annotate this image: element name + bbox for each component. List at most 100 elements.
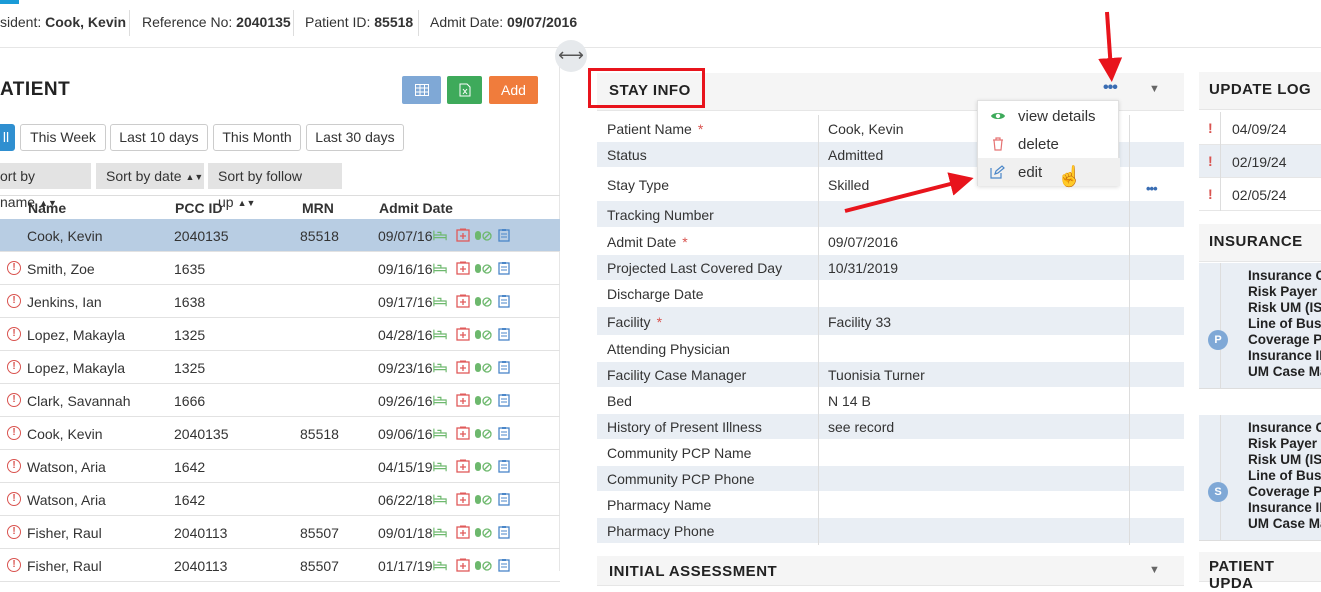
clipboard-icon[interactable]	[497, 294, 511, 308]
field-value[interactable]: N 14 B	[828, 393, 871, 409]
table-row[interactable]: ! Clark, Savannah 1666 09/26/16	[0, 384, 560, 417]
sort-by-name[interactable]: ort by name ▲▼	[0, 163, 91, 210]
sort-by-follow-up[interactable]: Sort by follow up ▲▼	[208, 163, 342, 210]
menu-view-details[interactable]: view details	[978, 102, 1120, 130]
export-excel-button[interactable]	[447, 76, 482, 104]
pills-icon[interactable]	[474, 558, 492, 572]
table-row[interactable]: Cook, Kevin 2040135 85518 09/07/16	[0, 219, 560, 252]
tab-all[interactable]: ll	[0, 124, 15, 151]
pills-icon[interactable]	[474, 492, 492, 506]
add-button[interactable]: Add	[489, 76, 538, 104]
clipboard-icon[interactable]	[497, 360, 511, 374]
medical-kit-icon[interactable]	[456, 327, 470, 341]
table-row[interactable]: ! Lopez, Makayla 1325 04/28/16	[0, 318, 560, 351]
sort-by-date[interactable]: Sort by date ▲▼	[96, 163, 204, 189]
field-value[interactable]: 09/07/2016	[828, 234, 898, 250]
medical-kit-icon[interactable]	[456, 294, 470, 308]
sort-arrows-icon: ▲▼	[185, 172, 204, 182]
tab-this-month[interactable]: This Month	[213, 124, 301, 151]
bed-icon[interactable]	[433, 294, 447, 308]
bed-icon[interactable]	[433, 525, 447, 539]
insurance-card[interactable]: P Insurance C Risk Payer Risk UM (IS Line of…	[1199, 263, 1321, 389]
field-value[interactable]: Cook, Kevin	[828, 121, 903, 137]
resize-toggle-icon[interactable]: ⟷	[555, 40, 587, 72]
tab-this-week[interactable]: This Week	[20, 124, 106, 151]
bed-icon[interactable]	[433, 558, 447, 572]
field-value[interactable]: Admitted	[828, 147, 883, 163]
update-log-row[interactable]: ! 02/19/24	[1199, 145, 1321, 178]
bed-icon[interactable]	[433, 228, 447, 242]
clipboard-icon[interactable]	[497, 327, 511, 341]
pills-icon[interactable]	[474, 459, 492, 473]
menu-edit[interactable]: edit	[978, 158, 1120, 186]
clipboard-icon[interactable]	[497, 558, 511, 572]
bed-icon[interactable]	[433, 360, 447, 374]
field-value[interactable]: Facility 33	[828, 314, 891, 330]
stay-info-row: Attending Physician	[597, 336, 1184, 362]
clipboard-icon[interactable]	[497, 228, 511, 242]
bed-icon[interactable]	[433, 426, 447, 440]
medical-kit-icon[interactable]	[456, 525, 470, 539]
collapse-caret-icon[interactable]: ▼	[1149, 564, 1160, 576]
pills-icon[interactable]	[474, 261, 492, 275]
bed-icon[interactable]	[433, 327, 447, 341]
medical-kit-icon[interactable]	[456, 426, 470, 440]
pills-icon[interactable]	[474, 294, 492, 308]
field-value[interactable]: Skilled	[828, 177, 869, 193]
pills-icon[interactable]	[474, 426, 492, 440]
clipboard-icon[interactable]	[497, 393, 511, 407]
insurance-line: Insurance II	[1248, 348, 1321, 363]
clipboard-icon[interactable]	[497, 261, 511, 275]
medical-kit-icon[interactable]	[456, 261, 470, 275]
field-label: Tracking Number	[607, 207, 714, 223]
table-row[interactable]: ! Jenkins, Ian 1638 09/17/16	[0, 285, 560, 318]
grid-view-button[interactable]	[402, 76, 441, 104]
pills-icon[interactable]	[474, 327, 492, 341]
bed-icon[interactable]	[433, 261, 447, 275]
col-header-admit-date[interactable]: Admit Date	[379, 200, 453, 216]
table-row[interactable]: ! Fisher, Raul 2040113 85507 09/01/18	[0, 516, 560, 549]
more-options-icon[interactable]: •••	[1103, 79, 1118, 97]
insurance-card[interactable]: S Insurance C Risk Payer Risk UM (IS Line of…	[1199, 415, 1321, 541]
table-row[interactable]: ! Fisher, Raul 2040113 85507 01/17/19	[0, 549, 560, 582]
field-value[interactable]: see record	[828, 419, 894, 435]
medical-kit-icon[interactable]	[456, 459, 470, 473]
bed-icon[interactable]	[433, 459, 447, 473]
table-row[interactable]: ! Watson, Aria 1642 06/22/18	[0, 483, 560, 516]
field-value[interactable]: Tuonisia Turner	[828, 367, 925, 383]
tab-last-10-days[interactable]: Last 10 days	[110, 124, 208, 151]
medical-kit-icon[interactable]	[456, 393, 470, 407]
table-row[interactable]: ! Smith, Zoe 1635 09/16/16	[0, 252, 560, 285]
update-log-row[interactable]: ! 04/09/24	[1199, 112, 1321, 145]
medical-kit-icon[interactable]	[456, 558, 470, 572]
medical-kit-icon[interactable]	[456, 360, 470, 374]
update-log-row[interactable]: ! 02/05/24	[1199, 178, 1321, 211]
clipboard-icon[interactable]	[497, 426, 511, 440]
field-label: Attending Physician	[607, 341, 730, 357]
collapse-caret-icon[interactable]: ▼	[1149, 83, 1160, 95]
clipboard-icon[interactable]	[497, 492, 511, 506]
menu-delete[interactable]: delete	[978, 130, 1120, 158]
alert-icon: !	[7, 261, 21, 275]
page-title: ATIENT	[0, 79, 71, 100]
col-header-name[interactable]: Name	[28, 200, 66, 216]
medical-kit-icon[interactable]	[456, 228, 470, 242]
table-row[interactable]: ! Cook, Kevin 2040135 85518 09/06/16	[0, 417, 560, 450]
pills-icon[interactable]	[474, 228, 492, 242]
table-row[interactable]: ! Watson, Aria 1642 04/15/19	[0, 450, 560, 483]
tab-last-30-days[interactable]: Last 30 days	[306, 124, 404, 151]
pills-icon[interactable]	[474, 393, 492, 407]
clipboard-icon[interactable]	[497, 525, 511, 539]
pills-icon[interactable]	[474, 360, 492, 374]
sort-arrows-icon: ▲▼	[237, 198, 256, 208]
medical-kit-icon[interactable]	[456, 492, 470, 506]
field-value[interactable]: 10/31/2019	[828, 260, 898, 276]
row-more-icon[interactable]: •••	[1146, 181, 1158, 196]
bed-icon[interactable]	[433, 393, 447, 407]
col-header-mrn[interactable]: MRN	[302, 200, 334, 216]
bed-icon[interactable]	[433, 492, 447, 506]
pills-icon[interactable]	[474, 525, 492, 539]
table-row[interactable]: ! Lopez, Makayla 1325 09/23/16	[0, 351, 560, 384]
clipboard-icon[interactable]	[497, 459, 511, 473]
col-header-pcc-id[interactable]: PCC ID	[175, 200, 222, 216]
